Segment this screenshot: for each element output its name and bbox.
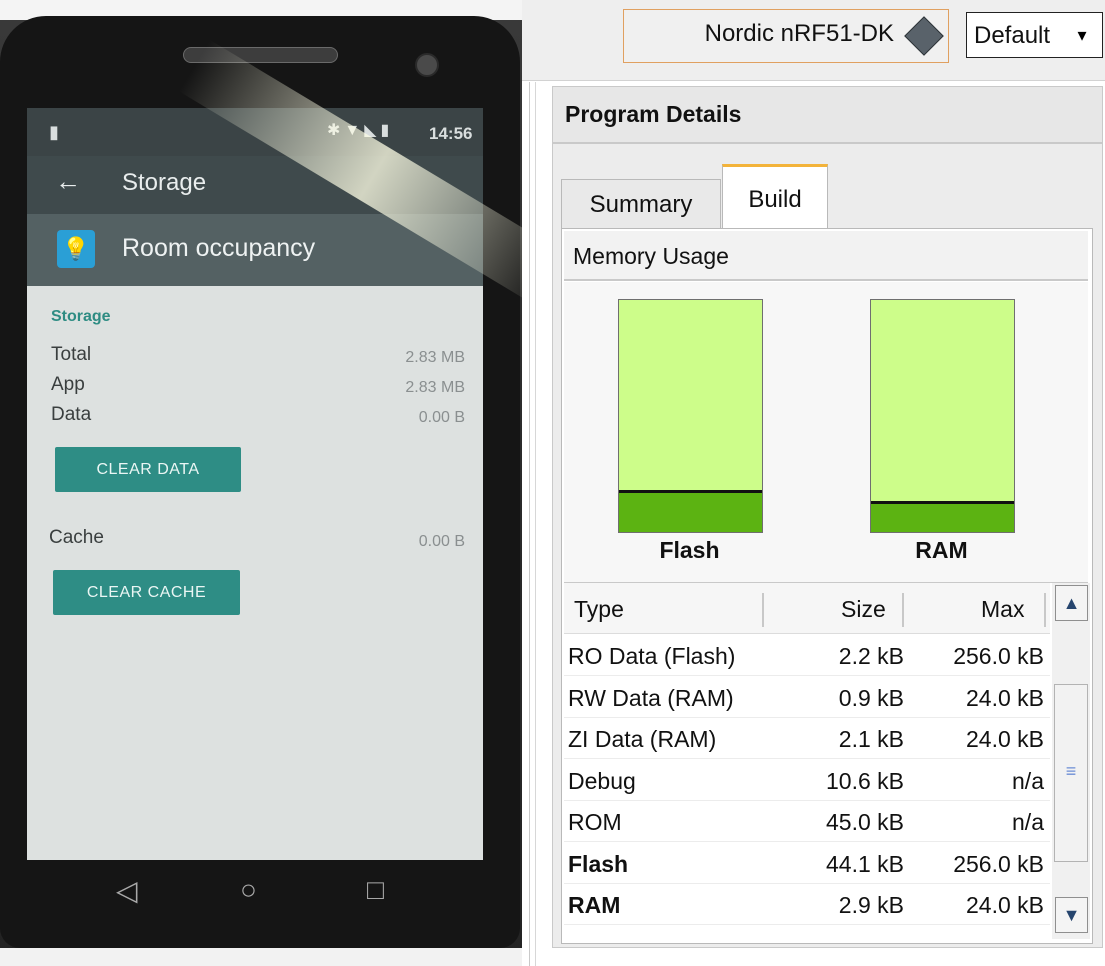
table-row[interactable]: ZI Data (RAM) 2.1 kB 24.0 kB [564,718,1050,759]
cell-size: 44.1 kB [764,851,904,878]
cell-type: ZI Data (RAM) [568,726,717,753]
scroll-up-icon[interactable]: ▲ [1055,585,1088,621]
cell-max: n/a [904,809,1044,836]
nav-back-button[interactable]: ◁ [116,874,138,907]
app-size-value: 2.83 MB [405,379,465,396]
app-bar-title: Storage [122,169,207,196]
chevron-down-icon[interactable]: ▾ [1062,12,1103,58]
cell-type: RAM [568,892,621,919]
build-config-select[interactable]: Default [966,12,1063,58]
cell-size: 2.9 kB [764,892,904,919]
clear-cache-button[interactable]: CLEAR CACHE [53,570,240,615]
nav-recents-button[interactable]: □ [367,874,384,906]
back-arrow-icon[interactable]: ← [55,166,81,197]
tab-summary-label: Summary [589,191,693,218]
app-name: Room occupancy [122,234,316,262]
memory-usage-chart: Flash RAM [564,282,1088,583]
cache-value: 0.00 B [418,533,465,550]
panel-divider [529,82,530,966]
cell-max: 24.0 kB [904,892,1044,919]
android-nav-bar: ◁ ○ □ [60,870,460,914]
memory-usage-header: Memory Usage [564,231,1088,281]
cell-type: ROM [568,809,622,836]
col-header-type[interactable]: Type [574,596,624,623]
battery-saver-icon: ▮ [49,122,59,142]
memory-table: Type Size Max RO Data (Flash) 2.2 kB 256… [564,583,1050,939]
table-row[interactable]: ROM 45.0 kB n/a [564,801,1050,842]
cell-max: 256.0 kB [904,643,1044,670]
chip-icon [904,16,944,56]
build-config-value: Default [974,22,1051,49]
tab-build-label: Build [748,186,802,213]
data-size-label: Data [51,404,92,425]
memory-table-header: Type Size Max [564,583,1050,634]
column-resize-handle[interactable] [1044,593,1046,627]
program-details-header: Program Details [552,86,1103,143]
flash-usage-fill [619,489,762,532]
cell-max: 24.0 kB [904,685,1044,712]
table-row[interactable]: Flash 44.1 kB 256.0 kB [564,843,1050,884]
memory-usage-label: Memory Usage [573,243,729,269]
table-row[interactable]: RW Data (RAM) 0.9 kB 24.0 kB [564,677,1050,718]
device-selector[interactable]: Nordic nRF51-DK [623,9,949,63]
cell-type: RW Data (RAM) [568,685,734,712]
clear-data-button[interactable]: CLEAR DATA [55,447,241,492]
table-scrollbar[interactable]: ▲ ≡ ▼ [1052,583,1090,939]
flash-usage-bar [618,299,763,533]
grip-icon: ≡ [1065,761,1077,781]
col-header-size[interactable]: Size [841,596,886,623]
scroll-down-icon[interactable]: ▼ [1055,897,1088,933]
cell-max: 256.0 kB [904,851,1044,878]
app-size-label: App [51,374,85,395]
col-header-max[interactable]: Max [981,596,1024,623]
cache-label: Cache [49,527,104,548]
cell-max: n/a [904,768,1044,795]
total-label: Total [51,344,92,365]
ram-usage-bar [870,299,1015,533]
build-tab-content: Memory Usage Flash RAM Type Size Max RO … [561,228,1093,944]
cell-size: 10.6 kB [764,768,904,795]
cell-type: Flash [568,851,629,878]
flash-bar-label: Flash [659,537,720,563]
program-details-title: Program Details [565,101,742,127]
column-resize-handle[interactable] [902,593,904,627]
table-row[interactable]: Debug 10.6 kB n/a [564,760,1050,801]
panel-divider-inner [535,82,536,966]
cell-max: 24.0 kB [904,726,1044,753]
front-camera [415,53,439,77]
phone-photo: ▮ ✱▼◣▮ 14:56 ← Storage 💡 Room occupancy … [0,0,522,966]
scroll-thumb[interactable]: ≡ [1054,684,1088,862]
tab-build[interactable]: Build [722,164,828,231]
lightbulb-icon: 💡 [57,230,95,268]
table-row[interactable]: RAM 2.9 kB 24.0 kB [564,884,1050,925]
tab-summary[interactable]: Summary [561,179,721,228]
ram-bar-label: RAM [915,537,968,563]
nav-home-button[interactable]: ○ [240,874,257,906]
device-label: Nordic nRF51-DK [704,20,894,47]
cell-type: RO Data (Flash) [568,643,736,670]
ide-panel-area: Nordic nRF51-DK Default ▾ Program Detail… [522,0,1105,966]
total-value: 2.83 MB [405,349,465,366]
cell-type: Debug [568,768,636,795]
column-resize-handle[interactable] [762,593,764,627]
ram-usage-fill [871,501,1014,532]
cell-size: 45.0 kB [764,809,904,836]
data-size-value: 0.00 B [418,409,465,426]
cell-size: 0.9 kB [764,685,904,712]
photo-bottom-background [0,948,522,966]
cell-size: 2.2 kB [764,643,904,670]
table-row[interactable]: RO Data (Flash) 2.2 kB 256.0 kB [564,635,1050,676]
program-details-body: Summary Build Memory Usage Flash RAM Typ… [552,143,1103,948]
storage-section-title: Storage [51,308,111,325]
cell-size: 2.1 kB [764,726,904,753]
status-time: 14:56 [429,124,473,143]
device-toolbar: Nordic nRF51-DK Default ▾ [522,0,1105,81]
